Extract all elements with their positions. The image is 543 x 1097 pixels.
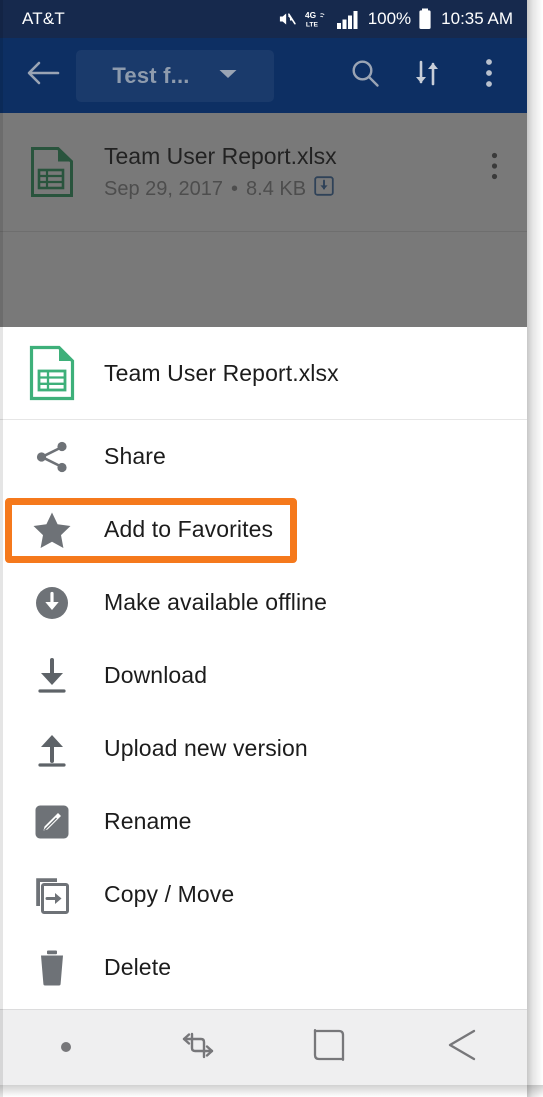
menu-item-make-available-offline[interactable]: Make available offline bbox=[0, 566, 527, 639]
rename-pencil-icon bbox=[0, 804, 104, 840]
back-icon bbox=[444, 1029, 478, 1066]
menu-item-label: Copy / Move bbox=[104, 881, 235, 907]
sort-button[interactable] bbox=[399, 48, 455, 104]
menu-item-rename[interactable]: Rename bbox=[0, 785, 527, 858]
menu-item-delete[interactable]: Delete bbox=[0, 931, 527, 1004]
nav-recents-button[interactable] bbox=[132, 1009, 264, 1085]
battery-percent-label: 100% bbox=[367, 9, 412, 28]
below-nav-filler bbox=[0, 1085, 527, 1097]
menu-item-download[interactable]: Download bbox=[0, 639, 527, 712]
menu-item-add-to-favorites[interactable]: Add to Favorites bbox=[0, 493, 527, 566]
menu-item-label: Delete bbox=[104, 954, 172, 980]
menu-item-share[interactable]: Share bbox=[0, 420, 527, 493]
chevron-down-icon bbox=[218, 67, 238, 85]
back-arrow-icon bbox=[26, 58, 60, 93]
4g-lte-icon: 4G LTE bbox=[305, 9, 330, 29]
menu-item-label: Rename bbox=[104, 808, 192, 834]
sheet-header: Team User Report.xlsx bbox=[0, 327, 527, 419]
folder-selector-chip[interactable]: Test f... bbox=[76, 49, 274, 102]
app-toolbar: Test f... bbox=[0, 38, 527, 113]
nav-bar-top-edge bbox=[0, 1009, 527, 1010]
signal-bars-icon bbox=[336, 10, 361, 29]
offline-circle-icon bbox=[0, 584, 104, 622]
menu-item-label: Add to Favorites bbox=[104, 516, 274, 542]
spreadsheet-file-icon bbox=[0, 345, 104, 401]
phone-screen: AT&T 4G LTE 100% 10:35 AM Test f... Team… bbox=[0, 0, 543, 1097]
svg-text:LTE: LTE bbox=[306, 22, 319, 29]
search-button[interactable] bbox=[337, 48, 393, 104]
star-icon bbox=[0, 511, 104, 549]
menu-item-label: Share bbox=[104, 443, 166, 469]
menu-item-label: Make available offline bbox=[104, 589, 327, 615]
trash-icon bbox=[0, 949, 104, 987]
carrier-label: AT&T bbox=[22, 9, 65, 28]
sheet-title: Team User Report.xlsx bbox=[104, 359, 339, 386]
search-icon bbox=[349, 57, 381, 94]
frame-shadow-right bbox=[527, 0, 543, 1097]
overflow-menu-button[interactable] bbox=[461, 48, 517, 104]
download-icon bbox=[0, 657, 104, 695]
toolbar-actions bbox=[337, 48, 517, 104]
menu-item-label: Download bbox=[104, 662, 208, 688]
recents-icon bbox=[180, 1028, 216, 1067]
upload-icon bbox=[0, 730, 104, 768]
folder-chip-label: Test f... bbox=[112, 62, 190, 88]
nav-home-button[interactable] bbox=[264, 1009, 396, 1085]
toolbar-back-button[interactable] bbox=[16, 49, 70, 103]
copy-move-icon bbox=[0, 875, 104, 915]
nav-dot-button[interactable] bbox=[0, 1009, 132, 1085]
modal-scrim[interactable] bbox=[0, 113, 527, 327]
more-vertical-icon bbox=[485, 58, 493, 93]
menu-item-label: Upload new version bbox=[104, 735, 308, 761]
share-icon bbox=[0, 438, 104, 476]
action-bottom-sheet: Team User Report.xlsx Share Add to Favor… bbox=[0, 327, 527, 1009]
status-bar: AT&T 4G LTE 100% 10:35 AM bbox=[0, 0, 527, 38]
menu-item-copy-move[interactable]: Copy / Move bbox=[0, 858, 527, 931]
sort-icon bbox=[412, 58, 442, 93]
clock-label: 10:35 AM bbox=[441, 9, 513, 28]
svg-text:4G: 4G bbox=[305, 10, 316, 20]
dot-icon bbox=[60, 1042, 71, 1052]
menu-item-upload-new-version[interactable]: Upload new version bbox=[0, 712, 527, 785]
nav-back-button[interactable] bbox=[395, 1009, 527, 1085]
status-bar-icons: 4G LTE 100% 10:35 AM bbox=[276, 8, 513, 30]
android-nav-bar bbox=[0, 1009, 527, 1085]
home-icon bbox=[313, 1028, 345, 1066]
battery-full-icon bbox=[418, 8, 432, 30]
mute-icon bbox=[276, 9, 298, 29]
